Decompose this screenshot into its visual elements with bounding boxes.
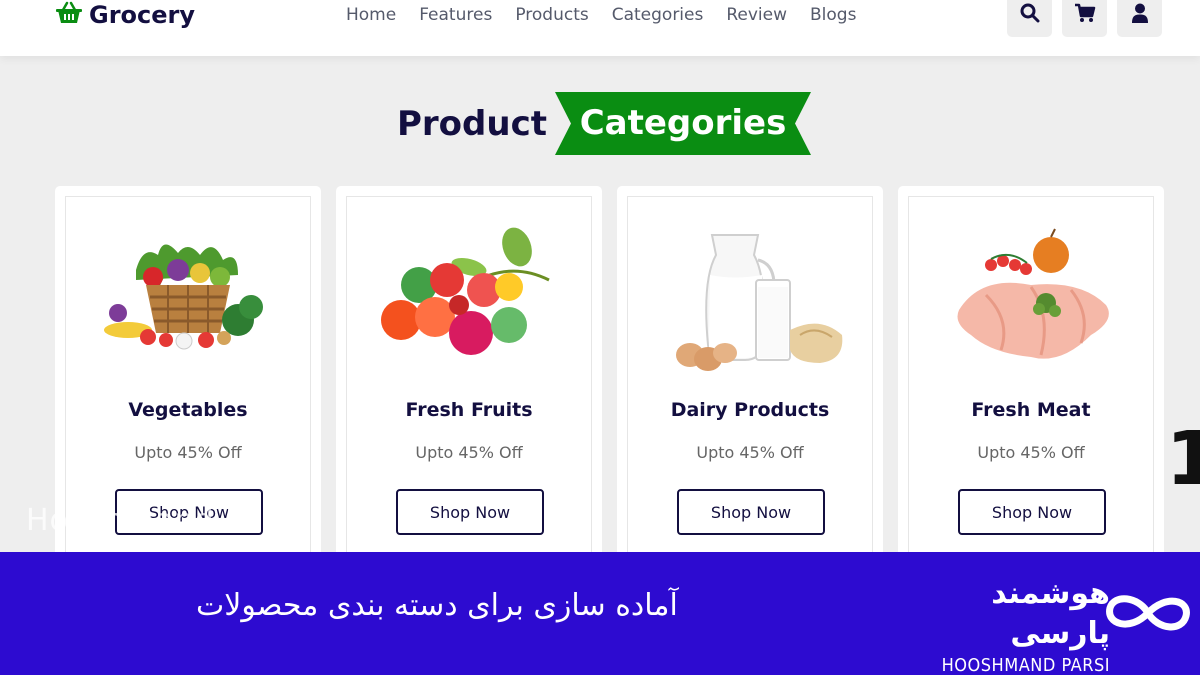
category-title: Dairy Products — [670, 399, 830, 421]
cart-icon — [1074, 3, 1096, 27]
search-icon — [1020, 3, 1040, 27]
dairy-image — [676, 234, 843, 371]
brand-name-fa: هوشمند پارسی — [991, 576, 1110, 651]
bottom-banner: آماده سازی برای دسته بندی محصولات هوشمند… — [0, 552, 1200, 675]
search-button[interactable] — [1007, 0, 1052, 37]
edge-number: 1 — [1166, 416, 1200, 502]
category-discount: Upto 45% Off — [977, 443, 1085, 462]
infinity-logo-icon — [1102, 588, 1194, 642]
basket-icon — [55, 1, 83, 29]
main-nav: Home Features Products Categories Review… — [346, 4, 856, 26]
user-button[interactable] — [1117, 0, 1162, 37]
banner-caption: آماده سازی برای دسته بندی محصولات — [196, 588, 678, 623]
heading-highlight: Categories — [579, 103, 787, 143]
nav-review[interactable]: Review — [726, 4, 787, 26]
meat-image — [957, 228, 1109, 359]
fruits-image — [381, 227, 550, 355]
brand-block: هوشمند پارسی HOOSHMAND PARSI — [900, 574, 1110, 675]
user-icon — [1131, 3, 1149, 27]
vegetables-image — [104, 244, 263, 350]
category-title: Fresh Fruits — [405, 399, 533, 421]
heading-text: Product — [397, 103, 547, 144]
category-title: Fresh Meat — [971, 399, 1091, 421]
nav-features[interactable]: Features — [419, 4, 492, 26]
heading-ribbon: Categories — [555, 92, 811, 155]
category-discount: Upto 45% Off — [415, 443, 523, 462]
nav-home[interactable]: Home — [346, 4, 396, 26]
shop-now-button[interactable]: Shop Now — [958, 489, 1106, 535]
nav-products[interactable]: Products — [515, 4, 588, 26]
header-icons — [1007, 0, 1162, 37]
nav-blogs[interactable]: Blogs — [810, 4, 856, 26]
nav-categories[interactable]: Categories — [612, 4, 704, 26]
logo[interactable]: Grocery — [55, 0, 195, 32]
category-discount: Upto 45% Off — [696, 443, 804, 462]
category-card-fresh-fruits: Fresh Fruits Upto 45% Off Shop Now — [336, 186, 602, 586]
cart-button[interactable] — [1062, 0, 1107, 37]
category-discount: Upto 45% Off — [134, 443, 242, 462]
top-navbar: Grocery Home Features Products Categorie… — [0, 0, 1200, 56]
shop-now-button[interactable]: Shop Now — [396, 489, 544, 535]
category-card-dairy-products: Dairy Products Upto 45% Off Shop Now — [617, 186, 883, 586]
brand-name-en: HOOSHMAND PARSI — [941, 655, 1110, 675]
watermark: Hooshmand Parsi — [26, 503, 302, 538]
shop-now-button[interactable]: Shop Now — [677, 489, 825, 535]
category-card-fresh-meat: Fresh Meat Upto 45% Off Shop Now — [898, 186, 1164, 586]
category-title: Vegetables — [128, 399, 248, 421]
section-heading: Product Categories — [0, 92, 1200, 155]
logo-text: Grocery — [89, 1, 196, 29]
